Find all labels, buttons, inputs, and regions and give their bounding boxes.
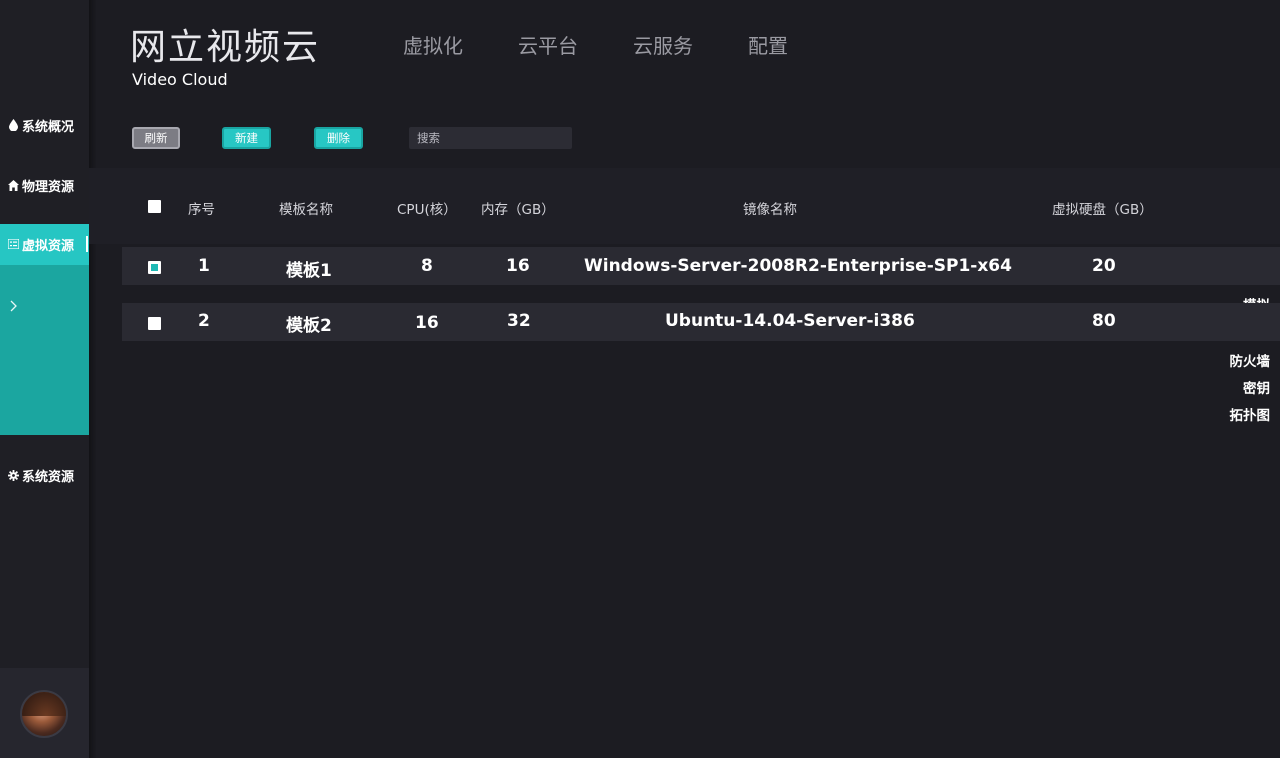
- brand-subtitle: Video Cloud: [132, 70, 228, 89]
- row-cpu: 8: [421, 256, 433, 276]
- sidebar-subitem-keypair[interactable]: 密钥: [1191, 378, 1270, 400]
- avatar[interactable]: [20, 690, 68, 738]
- row-memory: 16: [506, 256, 530, 276]
- row-disk: 20: [1092, 256, 1116, 276]
- chevron-right-icon: [9, 298, 19, 312]
- row-checkbox[interactable]: [148, 317, 161, 330]
- sidebar-item-system[interactable]: 系统资源: [0, 455, 89, 495]
- sidebar-item-label: 系统概况: [22, 119, 75, 135]
- row-checkbox[interactable]: [148, 261, 161, 274]
- refresh-button[interactable]: 刷新: [132, 127, 180, 149]
- row-image-name: Windows-Server-2008R2-Enterprise-SP1-x64: [584, 256, 1012, 276]
- column-header-disk: 虚拟硬盘（GB）: [1052, 202, 1153, 218]
- sidebar-shadow: [89, 0, 97, 758]
- sidebar-item-physical[interactable]: 物理资源: [0, 165, 89, 205]
- sidebar-item-label: 系统资源: [22, 469, 75, 485]
- column-header-template-name: 模板名称: [279, 202, 333, 218]
- sidebar-item-overview[interactable]: 系统概况: [0, 105, 89, 145]
- search-input[interactable]: [409, 127, 572, 149]
- row-index: 1: [198, 256, 210, 276]
- row-cpu: 16: [415, 313, 439, 333]
- column-header-image-name: 镜像名称: [743, 202, 797, 218]
- new-button[interactable]: 新建: [222, 127, 271, 149]
- topnav-config[interactable]: 配置: [748, 30, 788, 59]
- column-header-cpu: CPU(核）: [397, 202, 457, 218]
- row-image-name: Ubuntu-14.04-Server-i386: [665, 311, 915, 331]
- topnav-cloud-service[interactable]: 云服务: [633, 30, 693, 59]
- gear-icon: [7, 469, 19, 481]
- sidebar-item-label: 物理资源: [22, 179, 75, 195]
- select-all-checkbox[interactable]: [148, 200, 161, 213]
- avatar-image: [22, 692, 66, 716]
- list-icon: [7, 238, 19, 250]
- row-memory: 32: [507, 311, 531, 331]
- column-header-memory: 内存（GB）: [481, 202, 555, 218]
- home-icon: [7, 179, 19, 191]
- delete-button[interactable]: 删除: [314, 127, 363, 149]
- row-template-name: 模板2: [286, 316, 332, 336]
- drop-icon: [7, 119, 19, 131]
- row-index: 2: [198, 311, 210, 331]
- sidebar-subitem-topology[interactable]: 拓扑图: [1191, 405, 1271, 427]
- sidebar-item-virtual[interactable]: 虚拟资源: [0, 224, 89, 264]
- topnav-virtualization[interactable]: 虚拟化: [403, 30, 463, 59]
- brand-title: 网立视频云: [130, 27, 321, 68]
- column-header-index: 序号: [188, 202, 215, 218]
- topnav-cloud-platform[interactable]: 云平台: [518, 30, 578, 59]
- row-disk: 80: [1092, 311, 1116, 331]
- row-template-name: 模板1: [286, 261, 332, 281]
- sidebar-subitem-firewall[interactable]: 防火墙: [1191, 351, 1271, 373]
- sidebar-item-label: 虚拟资源: [22, 238, 75, 254]
